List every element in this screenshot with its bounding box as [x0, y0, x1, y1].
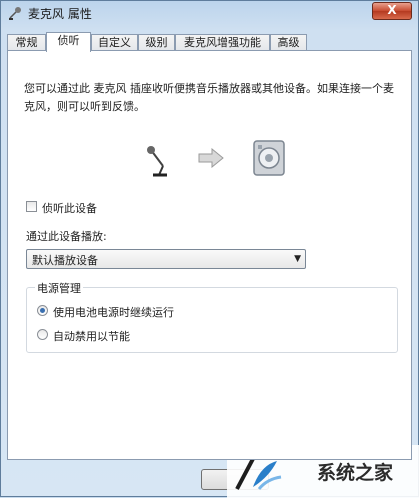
power-management-group: 电源管理 使用电池电源时继续运行 自动禁用以节能 [26, 280, 398, 353]
microphone-icon [9, 7, 21, 20]
radio-auto-disable[interactable] [37, 329, 48, 340]
chevron-down-icon: ▼ [294, 254, 301, 264]
microphone-icon [147, 146, 167, 177]
tab-advanced[interactable]: 高级 [270, 34, 307, 51]
listen-panel: 您可以通过此 麦克风 插座收听便携音乐播放器或其他设备。如果连接一个麦克风，则可… [7, 50, 412, 460]
close-button[interactable]: X [372, 2, 412, 20]
playback-device-select[interactable]: 默认播放设备 ▼ [26, 249, 306, 269]
title-bar[interactable]: 麦克风 属性 X [1, 1, 418, 25]
tab-mic-enhancements[interactable]: 麦克风增强功能 [175, 34, 270, 51]
playback-device-value: 默认播放设备 [32, 254, 98, 267]
listen-checkbox-label[interactable]: 侦听此设备 [42, 200, 97, 216]
listen-checkbox[interactable] [26, 201, 37, 212]
listen-description: 您可以通过此 麦克风 插座收听便携音乐播放器或其他设备。如果连接一个麦克风，则可… [24, 82, 394, 113]
arrow-right-icon [198, 148, 224, 168]
radio-auto-disable-label[interactable]: 自动禁用以节能 [53, 328, 130, 344]
radio-continue-on-battery[interactable] [37, 305, 48, 316]
tab-levels[interactable]: 级别 [138, 34, 175, 51]
tab-custom[interactable]: 自定义 [91, 34, 138, 51]
playback-device-label: 通过此设备播放: [26, 230, 107, 243]
properties-window: 麦克风 属性 X 常规 侦听 自定义 级别 麦克风增强功能 高级 您可以通过此 … [0, 0, 419, 498]
window-title: 麦克风 属性 [28, 7, 92, 21]
speaker-icon [253, 140, 285, 176]
tab-listen[interactable]: 侦听 [46, 32, 91, 52]
power-management-title: 电源管理 [35, 280, 83, 296]
watermark-text: 系统之家 [317, 462, 394, 484]
tab-general[interactable]: 常规 [7, 34, 46, 51]
radio-continue-label[interactable]: 使用电池电源时继续运行 [53, 304, 174, 320]
